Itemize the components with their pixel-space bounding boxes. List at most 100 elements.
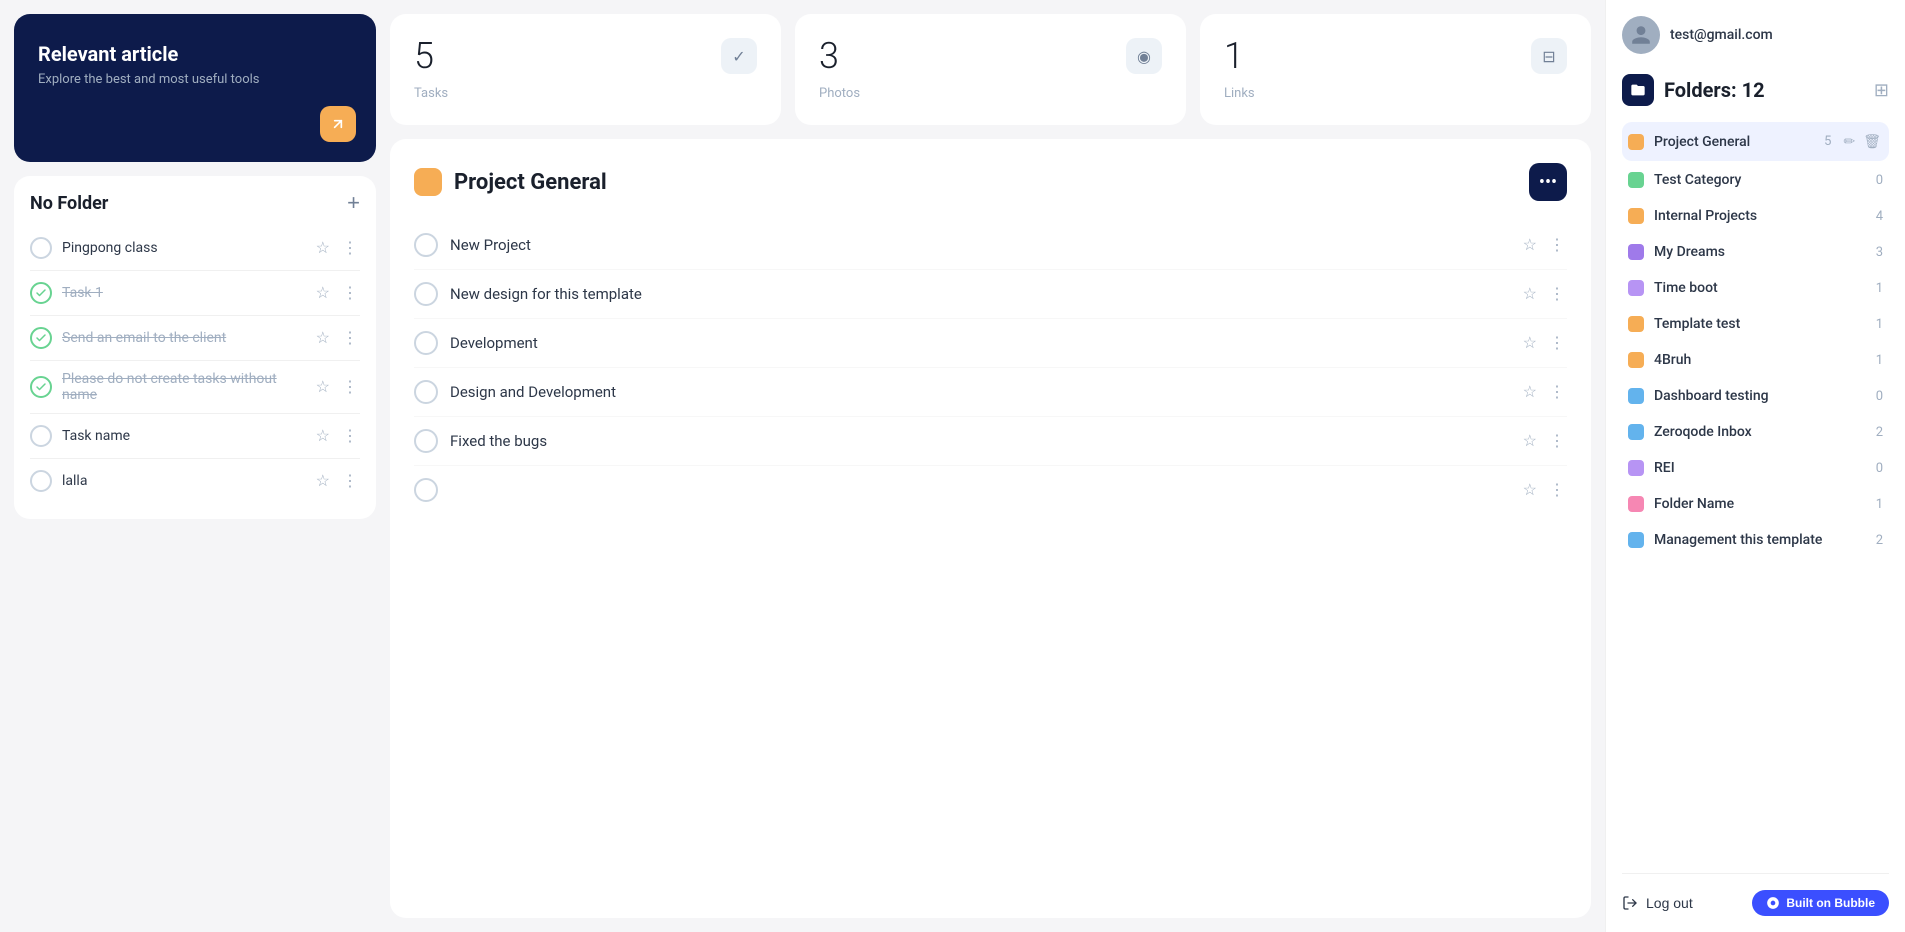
logout-button[interactable]: Log out — [1622, 895, 1693, 911]
task-check[interactable] — [30, 425, 52, 447]
stat-label: Photos — [819, 86, 1162, 101]
task-item: lalla ☆ ⋮ — [30, 459, 360, 503]
folder-item[interactable]: REI 0 — [1622, 451, 1889, 485]
folder-edit-button[interactable]: ✏ — [1841, 131, 1857, 152]
task-star-button[interactable]: ☆ — [314, 469, 332, 493]
folder-item[interactable]: Test Category 0 — [1622, 163, 1889, 197]
main-content: 5 ✓ Tasks 3 ◉ Photos 1 ⊟ Links Project G… — [390, 0, 1605, 932]
promo-title: Relevant article — [38, 42, 352, 66]
project-task-item[interactable]: Fixed the bugs ☆ ⋮ — [414, 417, 1567, 466]
task-more-button[interactable]: ⋮ — [340, 281, 360, 305]
project-task-item[interactable]: Development ☆ ⋮ — [414, 319, 1567, 368]
project-task-more-button[interactable]: ⋮ — [1547, 380, 1567, 404]
project-task-item[interactable]: New Project ☆ ⋮ — [414, 221, 1567, 270]
grid-icon[interactable]: ⊞ — [1874, 80, 1889, 101]
task-check[interactable] — [30, 327, 52, 349]
built-on-bubble-button[interactable]: Built on Bubble — [1752, 890, 1889, 916]
project-task-item[interactable]: Design and Development ☆ ⋮ — [414, 368, 1567, 417]
project-task-check[interactable] — [414, 380, 438, 404]
project-panel: Project General ••• New Project ☆ ⋮ New … — [390, 139, 1591, 918]
task-star-button[interactable]: ☆ — [314, 326, 332, 350]
task-more-button[interactable]: ⋮ — [340, 326, 360, 350]
avatar — [1622, 16, 1660, 54]
folder-item[interactable]: Dashboard testing 0 — [1622, 379, 1889, 413]
task-more-button[interactable]: ⋮ — [340, 469, 360, 493]
stat-card: 3 ◉ Photos — [795, 14, 1186, 125]
folder-item[interactable]: Template test 1 — [1622, 307, 1889, 341]
task-item: Please do not create tasks without name … — [30, 361, 360, 414]
task-item: Pingpong class ☆ ⋮ — [30, 226, 360, 271]
task-more-button[interactable]: ⋮ — [340, 236, 360, 260]
add-task-button[interactable]: + — [347, 192, 360, 214]
project-task-more-button[interactable]: ⋮ — [1547, 282, 1567, 306]
stat-label: Links — [1224, 86, 1567, 101]
project-task-star-button[interactable]: ☆ — [1521, 478, 1539, 502]
promo-arrow-button[interactable] — [320, 106, 356, 142]
folder-color-dot — [1628, 496, 1644, 512]
folder-item[interactable]: Time boot 1 — [1622, 271, 1889, 305]
folder-count: 0 — [1876, 173, 1883, 188]
folder-delete-button[interactable]: 🗑 — [1861, 131, 1883, 152]
project-task-actions: ☆ ⋮ — [1521, 331, 1567, 355]
task-star-button[interactable]: ☆ — [314, 236, 332, 260]
folder-name: Internal Projects — [1654, 208, 1866, 224]
project-task-item[interactable]: ☆ ⋮ — [414, 466, 1567, 514]
stat-card: 1 ⊟ Links — [1200, 14, 1591, 125]
project-task-check[interactable] — [414, 478, 438, 502]
project-more-button[interactable]: ••• — [1529, 163, 1567, 201]
project-task-star-button[interactable]: ☆ — [1521, 380, 1539, 404]
task-more-button[interactable]: ⋮ — [340, 424, 360, 448]
folder-item[interactable]: Management this template 2 — [1622, 523, 1889, 557]
folders-title: Folders: 12 — [1664, 78, 1765, 102]
task-star-button[interactable]: ☆ — [314, 375, 332, 399]
task-actions: ☆ ⋮ — [314, 469, 360, 493]
stat-top: 3 ◉ — [819, 38, 1162, 74]
folder-item[interactable]: My Dreams 3 — [1622, 235, 1889, 269]
project-task-star-button[interactable]: ☆ — [1521, 282, 1539, 306]
folder-color-dot — [1628, 280, 1644, 296]
project-task-more-button[interactable]: ⋮ — [1547, 331, 1567, 355]
folder-item[interactable]: Project General 5 ✏ 🗑 — [1622, 122, 1889, 161]
no-folder-section: No Folder + Pingpong class ☆ ⋮ Task 1 — [14, 176, 376, 519]
stat-number: 5 — [414, 38, 434, 74]
project-task-more-button[interactable]: ⋮ — [1547, 429, 1567, 453]
project-task-more-button[interactable]: ⋮ — [1547, 233, 1567, 257]
folder-item[interactable]: Internal Projects 4 — [1622, 199, 1889, 233]
task-check[interactable] — [30, 376, 52, 398]
no-folder-header: No Folder + — [30, 192, 360, 214]
task-label: Task 1 — [62, 285, 304, 301]
folder-item[interactable]: 4Bruh 1 — [1622, 343, 1889, 377]
task-check[interactable] — [30, 237, 52, 259]
no-folder-title: No Folder — [30, 193, 108, 214]
task-more-button[interactable]: ⋮ — [340, 375, 360, 399]
project-task-check[interactable] — [414, 233, 438, 257]
project-task-actions: ☆ ⋮ — [1521, 233, 1567, 257]
folder-color-dot — [1628, 460, 1644, 476]
project-task-check[interactable] — [414, 429, 438, 453]
project-task-check[interactable] — [414, 331, 438, 355]
task-check[interactable] — [30, 282, 52, 304]
user-email: test@gmail.com — [1670, 27, 1773, 43]
folder-item[interactable]: Folder Name 1 — [1622, 487, 1889, 521]
project-task-more-button[interactable]: ⋮ — [1547, 478, 1567, 502]
folder-edit-buttons: ✏ 🗑 — [1841, 131, 1883, 152]
folder-color-dot — [1628, 316, 1644, 332]
folder-color-dot — [1628, 134, 1644, 150]
task-star-button[interactable]: ☆ — [314, 281, 332, 305]
task-label: Pingpong class — [62, 240, 304, 256]
project-task-label: New Project — [450, 236, 1509, 254]
folder-color-dot — [1628, 424, 1644, 440]
folder-color-dot — [1628, 352, 1644, 368]
project-task-star-button[interactable]: ☆ — [1521, 429, 1539, 453]
project-task-item[interactable]: New design for this template ☆ ⋮ — [414, 270, 1567, 319]
task-star-button[interactable]: ☆ — [314, 424, 332, 448]
project-task-star-button[interactable]: ☆ — [1521, 331, 1539, 355]
folder-count: 5 — [1824, 134, 1831, 149]
project-task-check[interactable] — [414, 282, 438, 306]
project-task-star-button[interactable]: ☆ — [1521, 233, 1539, 257]
logout-icon — [1622, 895, 1638, 911]
folder-name: Project General — [1654, 134, 1814, 150]
task-check[interactable] — [30, 470, 52, 492]
folder-item[interactable]: Zeroqode Inbox 2 — [1622, 415, 1889, 449]
folder-count: 3 — [1876, 245, 1883, 260]
